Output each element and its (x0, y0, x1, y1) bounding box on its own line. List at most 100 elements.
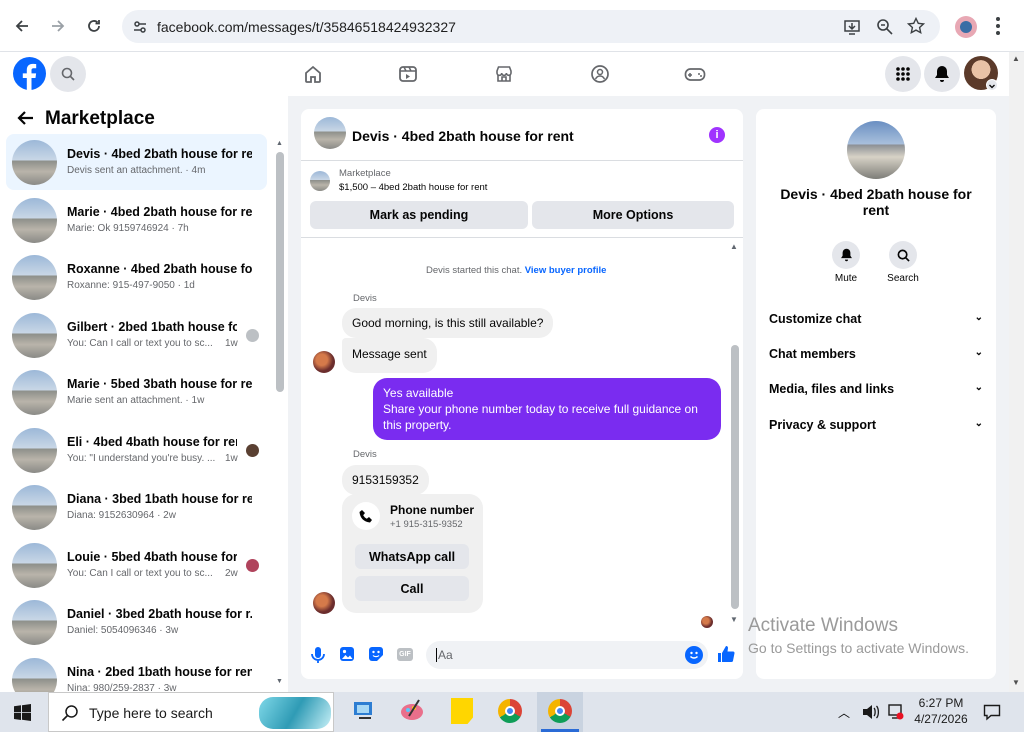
section-label: Chat members (769, 347, 856, 361)
conversation-item[interactable]: Roxanne · 4bed 2bath house fo... Roxanne… (6, 249, 267, 305)
incoming-message[interactable]: Message sent (342, 338, 437, 373)
taskbar-search-box[interactable]: Type here to search (48, 692, 334, 732)
chevron-down-icon: ⌄ (974, 418, 983, 429)
outgoing-message[interactable]: Yes available Share your phone number to… (373, 378, 721, 440)
scroll-down-icon[interactable]: ▼ (1012, 678, 1020, 687)
microphone-icon[interactable] (310, 646, 326, 667)
taskbar-date[interactable]: 4/27/2026 (906, 712, 976, 726)
reload-icon[interactable] (80, 12, 108, 40)
paint-app-icon[interactable] (399, 698, 425, 724)
task-view-icon[interactable] (351, 699, 377, 723)
video-icon[interactable] (395, 63, 421, 85)
scroll-up-icon[interactable]: ▲ (1012, 54, 1020, 63)
section-label: Media, files and links (769, 382, 895, 396)
mark-as-pending-button[interactable]: Mark as pending (310, 201, 528, 229)
mute-label[interactable]: Mute (826, 273, 866, 284)
volume-icon[interactable] (862, 704, 880, 723)
conversation-item[interactable]: Nina · 2bed 1bath house for rent Nina: 9… (6, 652, 267, 692)
chat-members-section[interactable]: Chat members ⌄ (769, 347, 983, 361)
scrollbar-thumb[interactable] (276, 152, 284, 392)
scroll-up-icon[interactable]: ▲ (730, 242, 738, 251)
listing-thumbnail (310, 171, 330, 191)
site-settings-icon[interactable] (132, 19, 148, 38)
search-icon[interactable] (889, 241, 917, 269)
sticker-icon[interactable] (368, 646, 384, 665)
network-icon[interactable] (886, 703, 904, 724)
chevron-down-icon: ⌄ (974, 347, 983, 358)
back-arrow-icon[interactable] (8, 12, 36, 40)
windows-start-icon[interactable] (14, 704, 31, 724)
sender-avatar[interactable] (313, 351, 335, 373)
conversation-time: 1w (225, 453, 238, 464)
listing-thumbnail (12, 428, 57, 473)
account-chevron-icon[interactable] (986, 79, 998, 91)
page-scrollbar[interactable]: ▲ ▼ (1009, 52, 1024, 692)
chrome-profile-k-icon[interactable] (498, 699, 522, 723)
conversation-snippet: Diana: 9152630964 · 2w (67, 510, 176, 521)
conversation-item[interactable]: Diana · 3bed 1bath house for ren Diana: … (6, 479, 267, 535)
incoming-message[interactable]: Good morning, is this still available? (342, 308, 554, 338)
sender-avatar[interactable] (313, 592, 335, 614)
scroll-down-icon[interactable]: ▼ (276, 678, 283, 685)
address-bar[interactable]: facebook.com/messages/t/3584651842493232… (122, 10, 940, 43)
listing-profile-image[interactable] (847, 121, 905, 179)
conversation-snippet: Marie: Ok 9159746924 · 7h (67, 223, 189, 234)
chat-title[interactable]: Devis · 4bed 2bath house for rent (352, 128, 574, 144)
listing-price[interactable]: $1,500 – 4bed 2bath house for rent (339, 182, 487, 193)
chat-panel: Devis · 4bed 2bath house for rent i Mark… (301, 109, 743, 679)
url-text[interactable]: facebook.com/messages/t/3584651842493232… (157, 19, 456, 35)
scroll-up-icon[interactable]: ▲ (276, 140, 283, 147)
conversation-item[interactable]: Devis · 4bed 2bath house for rent Devis … (6, 134, 267, 190)
gaming-icon[interactable] (682, 63, 708, 85)
browser-menu-icon[interactable] (995, 16, 1001, 39)
marketplace-icon[interactable] (491, 63, 517, 85)
whatsapp-call-button[interactable]: WhatsApp call (355, 544, 469, 569)
profile-avatar-icon[interactable] (955, 16, 977, 38)
sticky-notes-icon[interactable] (451, 698, 473, 724)
info-icon[interactable]: i (709, 127, 725, 143)
chrome-active-taskbar-item[interactable] (537, 692, 583, 732)
sidebar-scrollbar[interactable]: ▲ ▼ (276, 140, 284, 685)
search-icon[interactable] (50, 56, 86, 92)
gif-icon[interactable]: GIF (397, 648, 413, 661)
privacy-support-section[interactable]: Privacy & support ⌄ (769, 418, 983, 432)
conversation-item[interactable]: Daniel · 3bed 2bath house for r... Danie… (6, 594, 267, 650)
groups-icon[interactable] (587, 63, 613, 85)
message-input[interactable]: Aa (426, 641, 708, 669)
incoming-message[interactable]: 9153159352 (342, 465, 429, 495)
zoom-icon[interactable] (876, 18, 894, 39)
photo-icon[interactable] (339, 646, 355, 665)
sidebar-title: Marketplace (45, 108, 155, 129)
call-button[interactable]: Call (355, 576, 469, 601)
back-arrow-icon[interactable] (16, 110, 34, 129)
chat-scrollbar[interactable]: ▲ ▼ (730, 242, 740, 624)
taskbar-time[interactable]: 6:27 PM (906, 696, 976, 710)
notifications-bell-icon[interactable] (924, 56, 960, 92)
conversation-item[interactable]: Marie · 5bed 3bath house for rent Marie … (6, 364, 267, 420)
more-options-button[interactable]: More Options (532, 201, 734, 229)
search-label[interactable]: Search (883, 273, 923, 284)
emoji-icon[interactable] (685, 646, 703, 664)
thumbs-up-icon[interactable] (717, 645, 735, 666)
install-app-icon[interactable] (843, 18, 861, 39)
scroll-down-icon[interactable]: ▼ (730, 615, 738, 624)
conversation-item[interactable]: Eli · 4bed 4bath house for rent You: "I … (6, 422, 267, 478)
chat-avatar[interactable] (314, 117, 346, 149)
facebook-logo-icon[interactable] (13, 57, 46, 90)
view-buyer-profile-link[interactable]: View buyer profile (525, 265, 607, 276)
bookmark-star-icon[interactable] (906, 16, 926, 38)
taskbar-search-placeholder: Type here to search (89, 705, 213, 721)
customize-chat-section[interactable]: Customize chat ⌄ (769, 312, 983, 326)
tray-chevron-up-icon[interactable]: ︿ (838, 704, 850, 721)
conversation-item[interactable]: Marie · 4bed 2bath house for re... Marie… (6, 192, 267, 248)
windows-taskbar: Type here to search ︿ 6:27 PM 4/27/2026 (0, 692, 1024, 732)
conversation-item[interactable]: Gilbert · 2bed 1bath house fo... You: Ca… (6, 307, 267, 363)
scrollbar-thumb[interactable] (731, 345, 739, 609)
home-icon[interactable] (300, 63, 326, 85)
forward-arrow-icon[interactable] (44, 12, 72, 40)
menu-grid-icon[interactable] (885, 56, 921, 92)
mute-bell-icon[interactable] (832, 241, 860, 269)
conversation-item[interactable]: Louie · 5bed 4bath house for ... You: Ca… (6, 537, 267, 593)
action-center-icon[interactable] (983, 703, 1001, 724)
media-files-links-section[interactable]: Media, files and links ⌄ (769, 382, 983, 396)
